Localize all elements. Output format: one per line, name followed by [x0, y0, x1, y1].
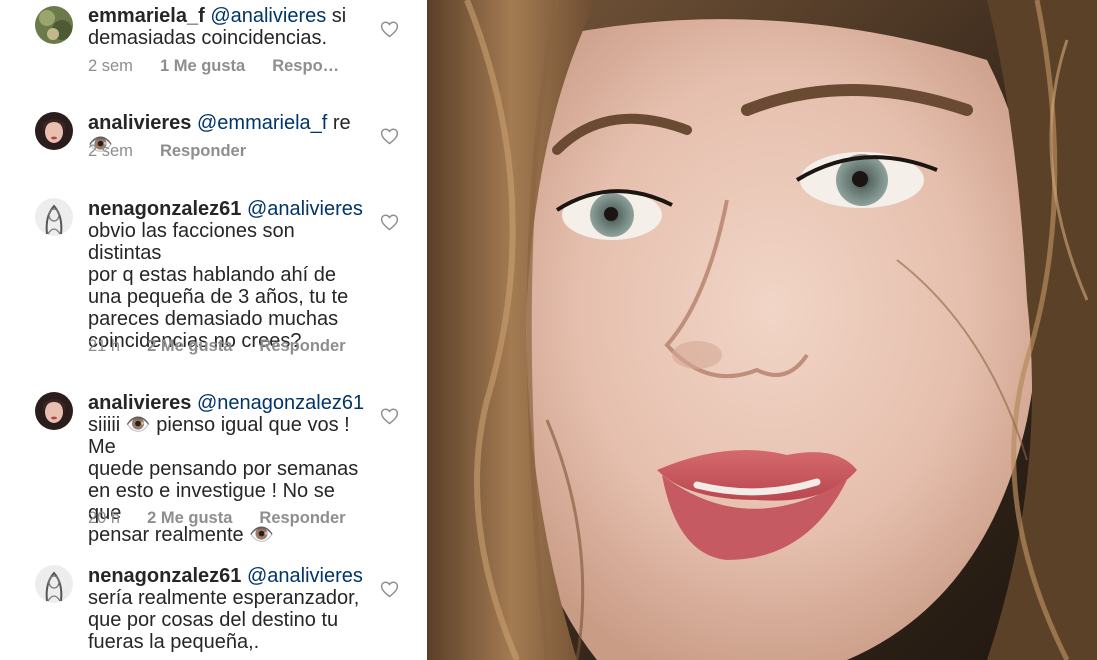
comment-meta: 20 h 2 Me gusta Responder [88, 509, 373, 528]
user-avatar[interactable] [35, 112, 73, 150]
comment-likes[interactable]: 2 Me gusta [147, 509, 232, 528]
heart-outline-icon[interactable] [380, 407, 399, 425]
comment-username[interactable]: nenagonzalez61 [88, 565, 241, 587]
comment-username[interactable]: emmariela_f [88, 5, 205, 27]
user-avatar[interactable] [35, 392, 73, 430]
comment-likes[interactable]: 1 Me gusta [160, 57, 245, 76]
heart-outline-icon[interactable] [380, 580, 399, 598]
comment-mention[interactable]: @analivieres [210, 5, 326, 27]
comment-body: sería realmente esperanzador, que por co… [88, 587, 360, 653]
comment-time: 2 sem [88, 142, 133, 160]
comment-meta: 2 sem Responder [88, 142, 273, 161]
user-avatar[interactable] [35, 565, 73, 603]
user-avatar[interactable] [35, 6, 73, 44]
comment-username[interactable]: analivieres [88, 112, 191, 134]
comment-text: emmariela_f @analivieres si demasiadas c… [88, 5, 373, 49]
comment-meta: 2 sem 1 Me gusta Respo… [88, 57, 366, 76]
comment-time: 2 sem [88, 57, 133, 75]
comment-username[interactable]: analivieres [88, 392, 191, 414]
comments-list: emmariela_f @analivieres si demasiadas c… [0, 0, 427, 660]
comment-mention[interactable]: @analivieres [247, 565, 363, 587]
comment-time: 20 h [88, 509, 121, 527]
reply-button[interactable]: Responder [160, 142, 246, 161]
comment-username[interactable]: nenagonzalez61 [88, 198, 241, 220]
comment-mention[interactable]: @emmariela_f [197, 112, 327, 134]
comment-meta: 21 h 2 Me gusta Responder [88, 337, 373, 356]
comment-time: 21 h [88, 337, 121, 355]
comment-text: nenagonzalez61 @analivieres obvio las fa… [88, 198, 373, 352]
heart-outline-icon[interactable] [380, 213, 399, 231]
comment-mention[interactable]: @analivieres [247, 198, 363, 220]
heart-outline-icon[interactable] [380, 127, 399, 145]
reply-button[interactable]: Responder [259, 509, 345, 528]
comment-text: nenagonzalez61 @analivieres sería realme… [88, 565, 373, 653]
reply-button[interactable]: Respo… [272, 57, 339, 76]
comment-mention[interactable]: @nenagonzalez61 [197, 392, 364, 414]
comment-body: obvio las facciones son distintas por q … [88, 220, 349, 352]
user-avatar[interactable] [35, 198, 73, 236]
portrait-photo [427, 0, 1097, 660]
reply-button[interactable]: Responder [259, 337, 345, 356]
comment-likes[interactable]: 2 Me gusta [147, 337, 232, 356]
heart-outline-icon[interactable] [380, 20, 399, 38]
